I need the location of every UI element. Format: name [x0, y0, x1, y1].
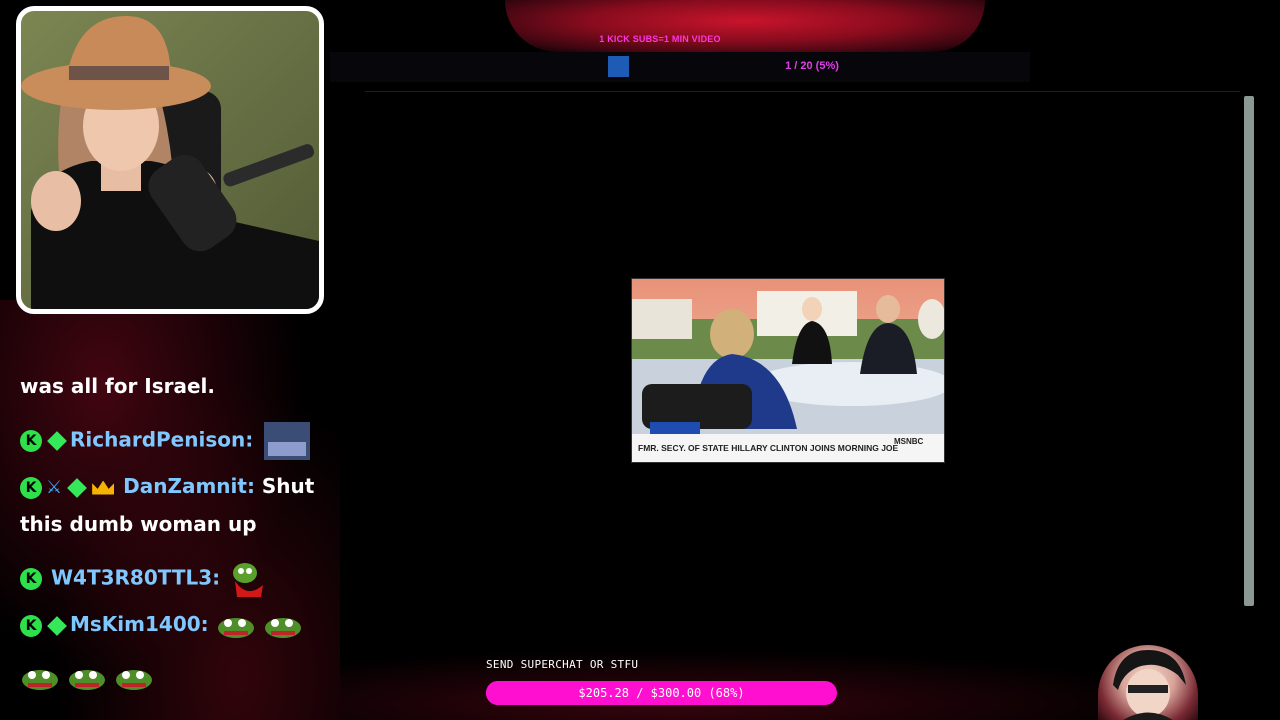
- divider: [365, 91, 1240, 92]
- pepe-emote-icon: [217, 617, 254, 638]
- kick-badge-icon: K: [20, 476, 42, 499]
- chat-message: K MsKim1400:: [20, 610, 303, 639]
- chat-text: Shut: [261, 474, 315, 498]
- goal-progress-bar: $205.28 / $300.00 (68%): [486, 681, 837, 705]
- subscriber-badge-icon: [67, 477, 88, 498]
- queue-progress-block: [608, 56, 629, 77]
- pepe-emote-icon: [68, 669, 105, 690]
- chat-username[interactable]: W4T3R80TTL3:: [51, 566, 220, 590]
- lower-third-text: FMR. SECY. OF STATE HILLARY CLINTON JOIN…: [638, 443, 899, 453]
- crown-badge-icon: [92, 480, 115, 495]
- goal-amount: $205.28 / $300.00 (68%): [578, 686, 745, 700]
- banner-text: 1 KICK SUBS=1 MIN VIDEO: [599, 34, 721, 44]
- image-emote-icon: [264, 422, 311, 460]
- network-logo: MSNBC: [894, 437, 924, 446]
- pepe-emote-icon: [233, 563, 264, 597]
- chat-continued-text: was all for Israel.: [20, 374, 215, 398]
- queue-progress-strip: [330, 52, 1030, 82]
- kick-badge-icon: K: [20, 568, 42, 590]
- kick-badge-icon: K: [20, 614, 42, 637]
- pepe-emote-icon: [264, 617, 301, 638]
- chat-message: K RichardPenison:: [20, 422, 311, 460]
- chat-emote-row: [20, 662, 154, 691]
- scrollbar[interactable]: [1244, 96, 1254, 606]
- chat-message: K ⚔ DanZamnit: Shut: [20, 472, 314, 502]
- chat-username[interactable]: RichardPenison:: [70, 428, 253, 452]
- webcam-feed: [16, 6, 324, 314]
- chat-text-wrap: this dumb woman up: [20, 512, 257, 536]
- sword-badge-icon: ⚔: [46, 476, 63, 498]
- subscriber-badge-icon: [47, 431, 67, 451]
- pepe-emote-icon: [22, 669, 58, 690]
- pepe-emote-icon: [115, 669, 152, 690]
- queue-counter: 1 / 20 (5%): [785, 60, 839, 72]
- video-frame-image: FMR. SECY. OF STATE HILLARY CLINTON JOIN…: [632, 279, 944, 462]
- video-player[interactable]: FMR. SECY. OF STATE HILLARY CLINTON JOIN…: [631, 278, 945, 463]
- goal-title: SEND SUPERCHAT OR STFU: [486, 658, 639, 671]
- chat-message: K W4T3R80TTL3:: [20, 559, 267, 599]
- streamer-image: [21, 16, 319, 309]
- chat-username[interactable]: MsKim1400:: [70, 612, 209, 636]
- top-banner: [505, 0, 985, 52]
- chat-username[interactable]: DanZamnit:: [123, 474, 255, 498]
- subscriber-badge-icon: [47, 615, 67, 636]
- kick-badge-icon: K: [20, 430, 42, 452]
